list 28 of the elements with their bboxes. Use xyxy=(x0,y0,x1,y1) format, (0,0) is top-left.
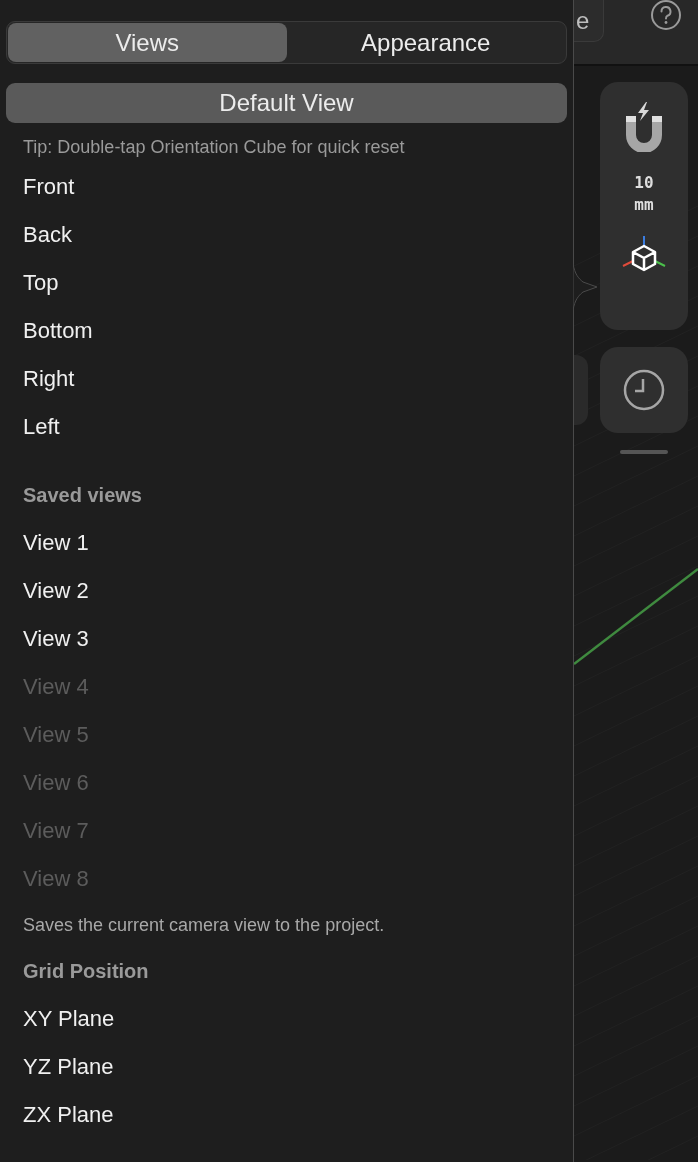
section-heading: Saved views xyxy=(22,483,143,508)
section-heading: Grid Position xyxy=(22,959,150,984)
view-item[interactable]: Top xyxy=(0,259,573,307)
tab[interactable]: Appearance xyxy=(286,23,565,62)
snap-unit: mm xyxy=(634,194,654,216)
view-item[interactable]: Right xyxy=(0,355,573,403)
tip-text: Tip: Double-tap Orientation Cube for quick reset xyxy=(22,136,406,159)
help-icon[interactable] xyxy=(650,0,682,32)
orientation-cube-icon[interactable] xyxy=(622,236,666,274)
grid-plane-item[interactable]: XY Plane xyxy=(0,995,573,1043)
saved-view-item[interactable]: View 3 xyxy=(0,615,573,663)
snap-value: 10 xyxy=(634,172,654,194)
clock-icon xyxy=(623,369,665,411)
saved-view-item[interactable]: View 2 xyxy=(0,567,573,615)
view-item[interactable]: Back xyxy=(0,211,573,259)
hint-text: Saves the current camera view to the project. xyxy=(22,914,386,937)
view-item[interactable]: Left xyxy=(0,403,573,451)
magnet-icon[interactable] xyxy=(624,102,664,152)
saved-view-item[interactable]: View 1 xyxy=(0,519,573,567)
tab[interactable]: Views xyxy=(8,23,287,62)
grid-plane-item[interactable]: YZ Plane xyxy=(0,1043,573,1091)
view-item[interactable]: Bottom xyxy=(0,307,573,355)
drag-handle[interactable] xyxy=(620,450,668,454)
toolbar-button[interactable]: e xyxy=(574,0,604,42)
view-item[interactable]: Front xyxy=(0,163,573,211)
grid-plane-item[interactable]: ZX Plane xyxy=(0,1091,573,1139)
history-card[interactable] xyxy=(600,347,688,433)
default-view-button[interactable]: Default View xyxy=(6,83,567,123)
